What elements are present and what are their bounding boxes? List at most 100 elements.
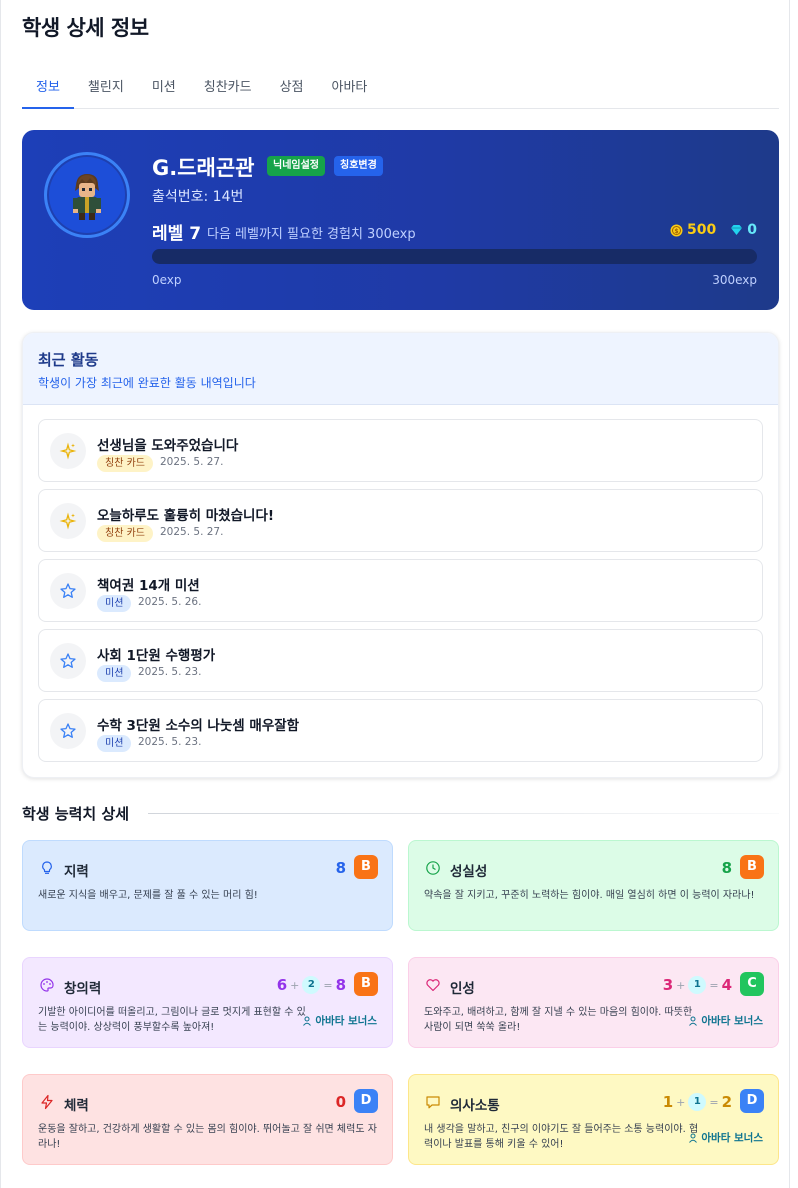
gem-icon: [731, 225, 743, 235]
stat-description: 새로운 지식을 배우고, 문제를 잘 풀 수 있는 머리 힘!: [38, 890, 258, 901]
stat-total: 8: [721, 859, 732, 877]
activity-tag: 칭찬 카드: [97, 525, 153, 542]
star-icon: [60, 723, 76, 738]
activity-date: 2025. 5. 23.: [138, 736, 202, 748]
grade-badge: B: [354, 972, 378, 996]
avatar-bonus-label: 아바타 보너스: [688, 1013, 763, 1028]
avatar-character-icon: [73, 174, 101, 220]
stat-total: 8: [335, 859, 346, 877]
user-icon: [689, 1016, 698, 1026]
sparkles-icon: [59, 512, 77, 530]
activity-item[interactable]: 사회 1단원 수행평가 미션 2025. 5. 23.: [38, 629, 763, 692]
activity-title: 선생님을 도와주었습니다: [97, 438, 239, 454]
profile-card: G.드래곤관 닉네임설정 칭호변경 출석번호: 14번 레벨 7 다음 레벨까지…: [22, 130, 779, 310]
avatar[interactable]: [44, 152, 130, 238]
xp-max-label: 300exp: [712, 273, 757, 287]
activity-icon-wrap: [50, 713, 86, 749]
page-title: 학생 상세 정보: [22, 16, 149, 40]
chat-icon: [426, 1096, 440, 1109]
user-icon: [303, 1016, 312, 1026]
plus-sign: +: [290, 978, 300, 992]
stat-score: 1 + 1 = 2: [663, 1093, 732, 1111]
plus-sign: +: [676, 978, 686, 992]
activity-icon-wrap: [50, 643, 86, 679]
grade-badge: B: [740, 855, 764, 879]
palette-icon: [40, 978, 54, 992]
stat-base: 6: [276, 976, 288, 994]
activity-title: 오늘하루도 훌륭히 마쳤습니다!: [97, 508, 275, 524]
stat-name: 체력: [64, 1098, 89, 1114]
activity-icon-wrap: [50, 433, 86, 469]
set-nickname-button[interactable]: 닉네임설정: [267, 156, 325, 176]
stat-name: 지력: [64, 864, 89, 880]
equals-sign: =: [323, 978, 333, 992]
tab-mission[interactable]: 미션: [138, 64, 190, 109]
activity-tag: 미션: [97, 735, 132, 752]
stat-total: 0: [335, 1093, 346, 1111]
stat-base: 3: [662, 976, 674, 994]
activity-tag: 미션: [97, 665, 132, 682]
avatar-bonus-text: 아바타 보너스: [315, 1015, 377, 1027]
grade-badge: D: [354, 1089, 378, 1113]
grade-badge: D: [740, 1089, 764, 1113]
stat-base: 1: [662, 1093, 674, 1111]
xp-progress-bar: [152, 249, 757, 264]
stat-name: 성실성: [450, 864, 488, 880]
heart-icon: [426, 979, 440, 992]
activity-date: 2025. 5. 27.: [160, 526, 224, 538]
stat-description: 내 생각을 말하고, 친구의 이야기도 잘 들어주는 소통 능력이야. 협력이나…: [424, 1124, 699, 1150]
stat-description: 기발한 아이디어를 떠올리고, 그림이나 글로 멋지게 표현할 수 있는 능력이…: [38, 1007, 306, 1033]
avatar-bonus-text: 아바타 보너스: [701, 1015, 763, 1027]
stat-name: 인성: [450, 981, 475, 997]
activity-tag: 칭찬 카드: [97, 455, 153, 472]
stat-description: 도와주고, 배려하고, 함께 잘 지낼 수 있는 마음의 힘이야. 따뜻한 사람…: [424, 1007, 693, 1033]
recent-activity-panel: 최근 활동 학생이 가장 최근에 완료한 활동 내역입니다 선생님을 도와주었습…: [22, 332, 779, 778]
stat-total: 4: [721, 976, 732, 994]
attendance-number: 출석번호: 14번: [152, 189, 244, 205]
stat-bonus: 2: [302, 976, 321, 994]
xp-min-label: 0exp: [152, 273, 182, 287]
stat-score: 8: [722, 859, 732, 877]
tab-praise-card[interactable]: 칭찬카드: [190, 64, 266, 109]
clock-icon: [426, 861, 440, 875]
activity-item[interactable]: 선생님을 도와주었습니다 칭찬 카드 2025. 5. 27.: [38, 419, 763, 482]
activity-icon-wrap: [50, 503, 86, 539]
activity-date: 2025. 5. 26.: [138, 596, 202, 608]
recent-activity-header: 최근 활동 학생이 가장 최근에 완료한 활동 내역입니다: [23, 333, 778, 405]
activity-list: 선생님을 도와주었습니다 칭찬 카드 2025. 5. 27. 오늘하루도 훌륭…: [23, 405, 778, 762]
tab-info[interactable]: 정보: [22, 64, 74, 109]
frame-border-right: [789, 0, 790, 1188]
stat-score: 0: [336, 1093, 346, 1111]
stat-card-stamina: 체력 0 D 운동을 잘하고, 건강하게 생활할 수 있는 몸의 힘이야. 뛰어…: [22, 1074, 393, 1165]
level-hint: 다음 레벨까지 필요한 경험치 300exp: [207, 227, 416, 242]
user-icon: [689, 1133, 698, 1143]
divider: [148, 813, 779, 814]
stat-bonus: 1: [688, 976, 707, 994]
stat-card-creativity: 창의력 6 + 2 = 8 B 기발한 아이디어를 떠올리고, 그림이나 글로 …: [22, 957, 393, 1048]
plus-sign: +: [676, 1095, 686, 1109]
avatar-bonus-label: 아바타 보너스: [688, 1130, 763, 1145]
lightbulb-icon: [42, 861, 52, 874]
stat-name: 의사소통: [450, 1098, 500, 1114]
stats-section-title: 학생 능력치 상세: [22, 805, 130, 823]
stat-bonus: 1: [688, 1093, 707, 1111]
coin-icon: $: [670, 224, 683, 236]
tab-shop[interactable]: 상점: [266, 64, 318, 109]
tab-challenge[interactable]: 챌린지: [74, 64, 138, 109]
equals-sign: =: [709, 978, 719, 992]
stat-score: 8: [336, 859, 346, 877]
student-name: G.드래곤관: [152, 156, 255, 180]
activity-item[interactable]: 오늘하루도 훌륭히 마쳤습니다! 칭찬 카드 2025. 5. 27.: [38, 489, 763, 552]
grade-badge: B: [354, 855, 378, 879]
change-title-button[interactable]: 칭호변경: [334, 156, 383, 176]
activity-icon-wrap: [50, 573, 86, 609]
activity-item[interactable]: 책여권 14개 미션 미션 2025. 5. 26.: [38, 559, 763, 622]
stat-card-intelligence: 지력 8 B 새로운 지식을 배우고, 문제를 잘 풀 수 있는 머리 힘!: [22, 840, 393, 931]
stat-card-character: 인성 3 + 1 = 4 C 도와주고, 배려하고, 함께 잘 지낼 수 있는 …: [408, 957, 779, 1048]
activity-item[interactable]: 수학 3단원 소수의 나눗셈 매우잘함 미션 2025. 5. 23.: [38, 699, 763, 762]
avatar-bonus-text: 아바타 보너스: [701, 1132, 763, 1144]
lightning-icon: [41, 1094, 53, 1110]
currency-group: $ 500 0: [670, 222, 757, 238]
tab-avatar[interactable]: 아바타: [318, 64, 382, 109]
stat-description: 약속을 잘 지키고, 꾸준히 노력하는 힘이야. 매일 열심히 하면 이 능력이…: [424, 890, 755, 901]
